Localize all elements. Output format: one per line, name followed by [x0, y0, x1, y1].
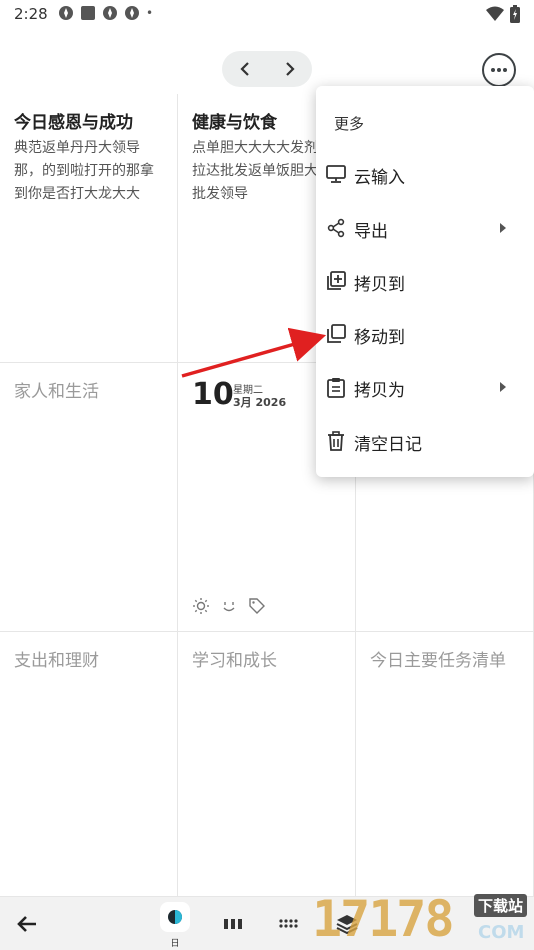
grid-cell-tasks[interactable]: 今日主要任务清单: [356, 632, 534, 897]
app-notification-icon: [125, 6, 139, 20]
cell-title: 今日主要任务清单: [370, 651, 506, 671]
grid-cell-family[interactable]: 家人和生活: [0, 363, 178, 632]
menu-item-label: 云输入: [354, 168, 405, 188]
entry-meta-icons: [192, 597, 266, 615]
weather-sun-icon[interactable]: [192, 597, 210, 615]
next-button[interactable]: [267, 51, 312, 87]
arrow-left-icon[interactable]: [12, 909, 42, 939]
cell-title: 今日感恩与成功: [14, 113, 133, 133]
system-icons: [486, 5, 520, 23]
month-view-icon[interactable]: [276, 911, 302, 937]
menu-item-label: 拷贝到: [354, 275, 405, 295]
notification-icons: •: [58, 5, 153, 21]
menu-item-copy-as[interactable]: 拷贝为: [316, 362, 534, 414]
status-time: 2:28: [14, 5, 48, 23]
chevron-left-icon: [239, 62, 249, 76]
week-view-icon[interactable]: [220, 911, 246, 937]
status-bar: 2:28 •: [0, 0, 534, 30]
date-month-year: 3月 2026: [233, 396, 287, 409]
more-menu: 更多 云输入 导出 拷贝到 移动到 拷贝为 清空日记: [316, 86, 534, 477]
square-notification-icon: [81, 6, 95, 20]
menu-item-label: 拷贝为: [354, 381, 405, 401]
cell-title: 家人和生活: [14, 382, 99, 402]
cell-title: 健康与饮食: [192, 113, 277, 133]
copy-add-icon: [327, 271, 346, 290]
day-view-icon: [168, 910, 182, 924]
app-notification-icon: [103, 6, 117, 20]
day-view-label: 日: [170, 939, 180, 949]
submenu-arrow-icon: [500, 382, 506, 392]
day-view-button[interactable]: [160, 902, 190, 932]
wifi-icon: [486, 6, 504, 21]
date-navigation: [222, 51, 312, 87]
menu-item-label: 清空日记: [354, 435, 422, 455]
battery-charging-icon: [510, 5, 520, 23]
cell-title: 学习和成长: [192, 651, 277, 671]
menu-item-label: 导出: [354, 222, 388, 242]
grid-cell-finance[interactable]: 支出和理财: [0, 632, 178, 897]
previous-button[interactable]: [222, 51, 267, 87]
menu-header: 更多: [334, 115, 365, 133]
date-day: 10: [192, 377, 234, 412]
menu-item-clear-diary[interactable]: 清空日记: [316, 416, 534, 468]
more-button[interactable]: [482, 53, 516, 87]
more-horizontal-icon: [491, 68, 507, 72]
watermark-suffix: COM: [478, 922, 525, 943]
site-watermark: 17178 下载站 COM: [312, 890, 534, 950]
tag-icon[interactable]: [248, 597, 266, 615]
monitor-icon: [326, 165, 346, 183]
menu-item-copy-to[interactable]: 拷贝到: [316, 256, 534, 308]
menu-item-label: 移动到: [354, 328, 405, 348]
cell-title: 支出和理财: [14, 651, 99, 671]
chevron-right-icon: [285, 62, 295, 76]
clipboard-icon: [327, 378, 345, 398]
share-icon: [327, 218, 345, 238]
watermark-digits: 17178: [312, 890, 455, 948]
mood-smile-icon[interactable]: [220, 597, 238, 615]
menu-item-export[interactable]: 导出: [316, 203, 534, 255]
cell-body: 典范返单丹丹大领导那，的到啦打开的那拿到你是否打大龙大大: [14, 140, 154, 202]
app-notification-icon: [59, 6, 73, 20]
menu-item-cloud-input[interactable]: 云输入: [316, 149, 534, 201]
grid-cell-gratitude[interactable]: 今日感恩与成功 典范返单丹丹大领导那，的到啦打开的那拿到你是否打大龙大大: [0, 94, 178, 363]
watermark-badge: 下载站: [474, 894, 528, 917]
menu-item-move-to[interactable]: 移动到: [316, 309, 534, 361]
more-notifications-dot: •: [146, 6, 154, 20]
move-copy-icon: [327, 324, 346, 343]
grid-cell-learning[interactable]: 学习和成长: [178, 632, 356, 897]
top-toolbar: [0, 30, 534, 94]
submenu-arrow-icon: [500, 223, 506, 233]
trash-icon: [328, 431, 344, 451]
